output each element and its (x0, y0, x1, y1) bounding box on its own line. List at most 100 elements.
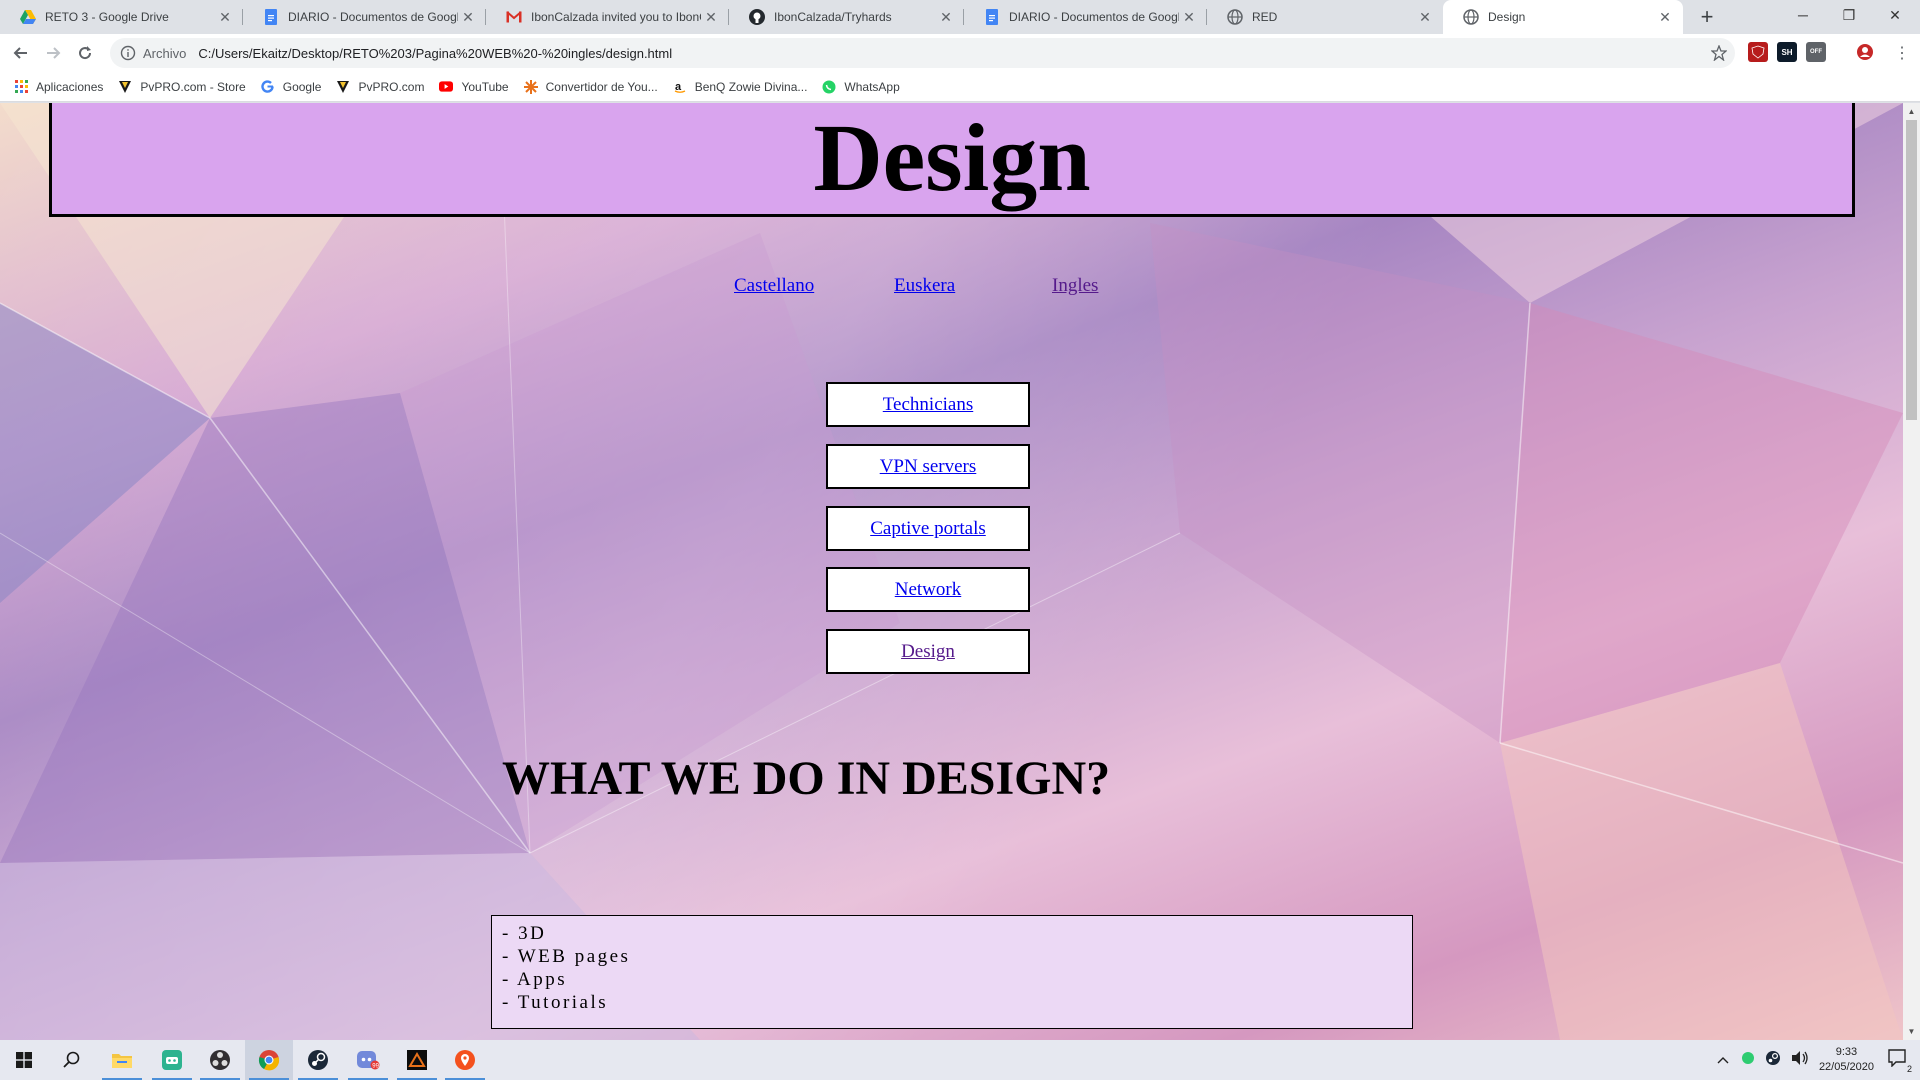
lang-link-ingles[interactable]: Ingles (1052, 275, 1098, 297)
chrome-icon[interactable] (245, 1040, 293, 1080)
google-docs-icon (984, 9, 1000, 25)
scroll-down-arrow-icon[interactable]: ▼ (1903, 1023, 1920, 1040)
maximize-button[interactable]: ❐ (1826, 0, 1872, 30)
menu-kebab-icon[interactable]: ⋮ (1888, 39, 1916, 67)
tab-close-icon[interactable]: ✕ (458, 9, 478, 26)
nav-button-design[interactable]: Design (826, 629, 1030, 674)
maps-app-icon[interactable] (441, 1040, 489, 1080)
tab-close-icon[interactable]: ✕ (215, 9, 235, 26)
bookmarks-bar: Aplicaciones PvPRO.com - Store Google Pv… (0, 72, 1920, 102)
bookmark-label: Google (282, 79, 322, 94)
tab-title: RETO 3 - Google Drive (45, 10, 169, 24)
action-center-icon[interactable]: 2 (1888, 1048, 1912, 1074)
tray-steam-icon[interactable] (1765, 1050, 1781, 1071)
terminal-app-icon[interactable] (393, 1040, 441, 1080)
tray-app-status-icon[interactable] (1741, 1051, 1755, 1070)
profile-avatar-icon[interactable] (1855, 42, 1875, 62)
tab-diario-2[interactable]: DIARIO - Documentos de Google ✕ (964, 0, 1207, 34)
google-docs-icon (263, 9, 279, 25)
forward-arrow-icon (47, 47, 61, 59)
search-icon[interactable] (48, 1040, 96, 1080)
bookmark-convertidor[interactable]: Convertidor de You... (523, 79, 658, 94)
nav-button-network[interactable]: Network (826, 567, 1030, 612)
bookmark-pvpro[interactable]: PvPRO.com (336, 80, 424, 94)
scroll-up-arrow-icon[interactable]: ▲ (1903, 103, 1920, 120)
volume-icon[interactable] (1791, 1050, 1809, 1071)
forward-button[interactable] (39, 39, 67, 67)
tab-gmail-invite[interactable]: IbonCalzada invited you to IbonC ✕ (486, 0, 729, 34)
list-item: - Apps (502, 969, 568, 990)
apps-grid-icon (14, 80, 28, 94)
bookmark-label: YouTube (461, 79, 509, 94)
tab-title: RED (1252, 10, 1278, 24)
nav-link-label: Network (894, 578, 962, 600)
youtube-icon (439, 80, 454, 94)
tray-chevron-up-icon[interactable] (1717, 1051, 1729, 1069)
sh-extension-icon[interactable]: SH (1777, 42, 1797, 62)
tab-close-icon[interactable]: ✕ (1655, 9, 1675, 26)
nav-link-label: Captive portals (870, 517, 986, 539)
tab-red[interactable]: RED ✕ (1207, 0, 1443, 34)
nav-button-vpn-servers[interactable]: VPN servers (826, 444, 1030, 489)
tab-google-drive[interactable]: RETO 3 - Google Drive ✕ (0, 0, 243, 34)
list-item: - WEB pages (502, 946, 631, 967)
obs-icon[interactable] (196, 1040, 244, 1080)
google-icon (261, 80, 275, 94)
bookmark-pvpro-store[interactable]: PvPRO.com - Store (118, 80, 246, 94)
tab-close-icon[interactable]: ✕ (701, 9, 721, 26)
tab-title: Design (1488, 10, 1526, 24)
back-button[interactable] (7, 39, 35, 67)
amazon-icon: a (673, 80, 687, 94)
github-icon (749, 9, 765, 25)
discord-icon[interactable]: 99 (344, 1040, 392, 1080)
bookmark-whatsapp[interactable]: WhatsApp (822, 80, 900, 94)
bookmark-youtube[interactable]: YouTube (439, 79, 509, 94)
new-tab-button[interactable]: + (1694, 4, 1720, 30)
pvpro-icon (336, 80, 350, 94)
adblock-extension-icon[interactable] (1748, 42, 1768, 62)
tab-design[interactable]: Design ✕ (1443, 0, 1683, 34)
tab-github[interactable]: IbonCalzada/Tryhards ✕ (729, 0, 964, 34)
notification-count-badge: 2 (1906, 1063, 1912, 1074)
back-arrow-icon (13, 47, 27, 59)
bookmark-benq[interactable]: a BenQ Zowie Divina... (673, 79, 808, 94)
minimize-button[interactable]: ─ (1780, 0, 1826, 30)
tab-close-icon[interactable]: ✕ (936, 9, 956, 26)
tab-close-icon[interactable]: ✕ (1415, 9, 1435, 26)
section-heading: WHAT WE DO IN DESIGN? (502, 752, 1111, 805)
nav-button-captive-portals[interactable]: Captive portals (826, 506, 1030, 551)
reload-icon (79, 46, 92, 60)
off-extension-icon[interactable]: OFF (1806, 42, 1826, 62)
tab-close-icon[interactable]: ✕ (1179, 9, 1199, 26)
bookmark-aplicaciones[interactable]: Aplicaciones (14, 80, 103, 94)
globe-icon (1463, 9, 1479, 25)
bookmark-label: BenQ Zowie Divina... (694, 79, 808, 94)
vertical-scrollbar[interactable]: ▲ ▼ (1903, 103, 1920, 1040)
lang-link-castellano[interactable]: Castellano (734, 275, 814, 297)
scrollbar-thumb[interactable] (1906, 120, 1917, 420)
steam-icon[interactable] (294, 1040, 342, 1080)
tab-strip: RETO 3 - Google Drive ✕ DIARIO - Documen… (0, 0, 1920, 34)
reload-button[interactable] (71, 39, 99, 67)
nav-button-technicians[interactable]: Technicians (826, 382, 1030, 427)
bookmark-star-icon[interactable] (1711, 45, 1727, 61)
close-window-button[interactable]: ✕ (1872, 0, 1918, 30)
windows-taskbar: 99 9:33 22/05/2020 2 (0, 1040, 1920, 1080)
gaming-app-icon[interactable] (148, 1040, 196, 1080)
address-bar[interactable]: Archivo C:/Users/Ekaitz/Desktop/RETO%203… (110, 38, 1735, 68)
taskbar-clock[interactable]: 9:33 22/05/2020 (1819, 1045, 1874, 1075)
list-item: - Tutorials (502, 992, 609, 1013)
lang-link-euskera[interactable]: Euskera (894, 275, 955, 297)
tab-title: IbonCalzada/Tryhards (774, 10, 892, 24)
whatsapp-icon (822, 80, 836, 94)
pvpro-icon (118, 80, 132, 94)
bookmark-google[interactable]: Google (261, 79, 322, 94)
list-item: - 3D (502, 923, 547, 944)
tab-diario-1[interactable]: DIARIO - Documentos de Google ✕ (243, 0, 486, 34)
windows-start-icon[interactable] (0, 1040, 48, 1080)
file-explorer-icon[interactable] (98, 1040, 146, 1080)
converter-icon (523, 79, 538, 94)
bookmark-label: Aplicaciones (36, 79, 104, 94)
nav-link-label: VPN servers (879, 455, 977, 477)
tab-title: IbonCalzada invited you to IbonC (531, 10, 701, 24)
